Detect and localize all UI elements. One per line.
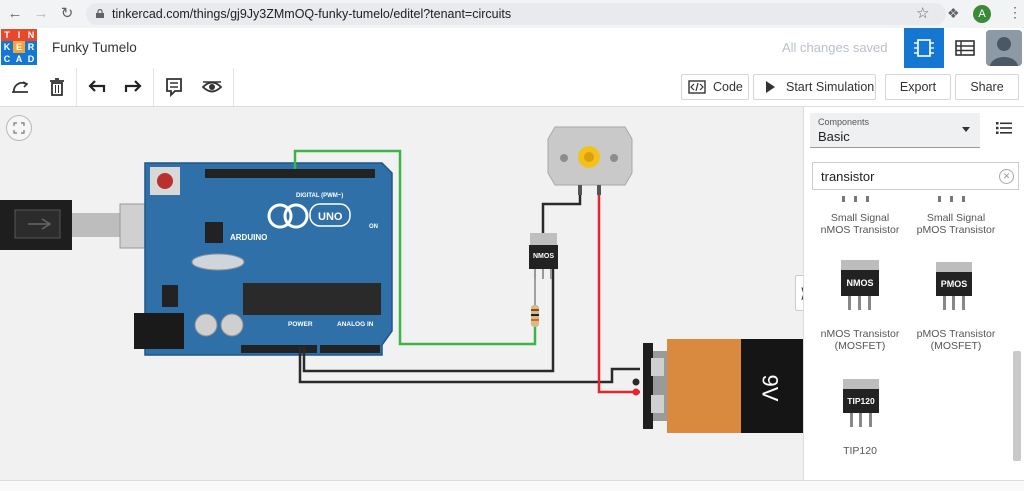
component-search-input[interactable]: transistor ✕ (812, 162, 1019, 190)
component-name-line2: (MOSFET) (930, 340, 982, 352)
battery-label: 9V (757, 374, 783, 402)
component-name-line1: Small Signal (830, 212, 890, 224)
red-wire[interactable] (597, 193, 640, 394)
project-title[interactable]: Funky Tumelo (52, 40, 137, 55)
chip-label: NMOS (841, 270, 879, 296)
start-simulation-label: Start Simulation (786, 80, 875, 94)
dc-motor[interactable] (547, 126, 633, 195)
component-tip120[interactable]: TIP120 (816, 445, 904, 457)
components-panel: Components Basic transistor ✕ Small Sign… (803, 107, 1024, 480)
component-name-line1: nMOS Transistor (820, 328, 900, 340)
chip-label: TIP120 (843, 389, 879, 413)
digital-pins-label: DIGITAL (PWM~) (296, 193, 344, 199)
arduino-model-label: UNO (318, 211, 343, 223)
tinkercad-logo[interactable]: TINKERCAD (1, 29, 37, 65)
search-text: transistor (821, 169, 875, 184)
chevron-down-icon (962, 127, 970, 132)
app-header: TINKERCAD Funky Tumelo All changes saved (0, 28, 1024, 69)
undo-icon[interactable] (86, 76, 108, 98)
forward-icon[interactable]: → (32, 5, 50, 23)
component-name-line1: pMOS Transistor (916, 328, 996, 340)
component-name-line2: pMOS Transistor (916, 224, 996, 236)
reload-icon[interactable]: ↻ (58, 5, 76, 23)
component-name-line2: nMOS Transistor (820, 224, 900, 236)
share-button[interactable]: Share (955, 74, 1019, 100)
extensions-icon[interactable]: ❖ (947, 5, 960, 22)
play-icon (766, 81, 775, 93)
code-icon (688, 80, 706, 94)
components-dropdown-label: Components (818, 117, 870, 127)
toolbar-divider (233, 68, 234, 106)
chip-icon (914, 39, 934, 57)
code-label: Code (713, 80, 743, 94)
analog-pins-label: ANALOG IN (337, 321, 374, 328)
component-nmos-transistor[interactable]: nMOS Transistor (MOSFET) (816, 328, 904, 352)
save-status: All changes saved (782, 40, 888, 55)
visibility-eye-icon[interactable] (201, 76, 223, 98)
profile-avatar[interactable]: A (973, 5, 991, 23)
component-list-view-button[interactable] (948, 28, 982, 68)
logo-letter: N (25, 29, 37, 41)
clear-search-icon[interactable]: ✕ (999, 169, 1014, 184)
back-icon[interactable]: ← (6, 5, 24, 23)
redo-icon[interactable] (122, 76, 144, 98)
power-pins-label: POWER (288, 321, 313, 328)
small-signal-nmos-leads (842, 196, 869, 202)
code-button[interactable]: Code (681, 74, 749, 100)
motor-drain-wire[interactable] (541, 193, 582, 237)
start-simulation-button[interactable]: Start Simulation (753, 74, 876, 100)
browser-menu-icon[interactable]: ⋮ (1008, 4, 1022, 21)
bookmark-star-icon[interactable]: ☆ (916, 4, 929, 22)
logo-letter: R (25, 41, 37, 53)
list-view-icon[interactable] (996, 121, 1012, 135)
on-led-label: ON (369, 224, 378, 230)
pmos-mosfet-image[interactable]: PMOS (936, 262, 972, 322)
logo-letter: D (25, 53, 37, 65)
component-name-line1: Small Signal (926, 212, 986, 224)
component-name-line1: TIP120 (843, 445, 877, 457)
tip120-image[interactable]: TIP120 (843, 379, 879, 437)
nmos-mosfet-image[interactable]: NMOS (841, 260, 879, 322)
user-avatar[interactable] (986, 30, 1022, 66)
mosfet-label: NMOS (533, 253, 554, 260)
bottom-strip (0, 480, 1024, 491)
user-silhouette-icon (986, 30, 1022, 66)
notes-icon[interactable] (163, 76, 185, 98)
toolbar-divider (153, 68, 154, 106)
delete-icon[interactable] (46, 76, 68, 98)
circuit-canvas[interactable]: ARDUINO UNO DIGITAL (PWM~) POWER ANALOG … (0, 107, 811, 480)
browser-toolbar: ← → ↻ tinkercad.com/things/gj9Jy3ZMmOQ-f… (0, 0, 1024, 29)
circuit-view-button[interactable] (904, 28, 944, 68)
table-icon (955, 40, 975, 56)
components-dropdown-value: Basic (818, 129, 850, 144)
small-signal-pmos-leads (938, 196, 965, 202)
component-small-signal-pmos[interactable]: Small Signal pMOS Transistor (912, 212, 1000, 236)
toolbar-divider (76, 68, 77, 106)
address-bar[interactable]: tinkercad.com/things/gj9Jy3ZMmOQ-funky-t… (86, 3, 946, 25)
panel-scrollbar[interactable] (1013, 351, 1021, 461)
logo-letter: T (1, 29, 13, 41)
components-dropdown[interactable]: Components Basic (810, 113, 980, 148)
editor-toolbar: Code Start Simulation Export Share (0, 68, 1024, 107)
component-name-line2: (MOSFET) (834, 340, 886, 352)
component-pmos-transistor[interactable]: pMOS Transistor (MOSFET) (912, 328, 1000, 352)
logo-letter: K (1, 41, 13, 53)
export-button[interactable]: Export (885, 74, 951, 100)
logo-letter: A (13, 53, 25, 65)
component-small-signal-nmos[interactable]: Small Signal nMOS Transistor (816, 212, 904, 236)
lock-icon (96, 9, 104, 18)
arduino-brand-label: ARDUINO (230, 233, 268, 242)
resistor[interactable] (531, 277, 539, 327)
url-text: tinkercad.com/things/gj9Jy3ZMmOQ-funky-t… (112, 7, 512, 21)
logo-letter: I (13, 29, 25, 41)
logo-letter: E (13, 41, 25, 53)
circuit-diagram (0, 126, 803, 433)
logo-letter: C (1, 53, 13, 65)
rotate-icon[interactable] (9, 76, 31, 98)
chip-label: PMOS (936, 272, 972, 296)
